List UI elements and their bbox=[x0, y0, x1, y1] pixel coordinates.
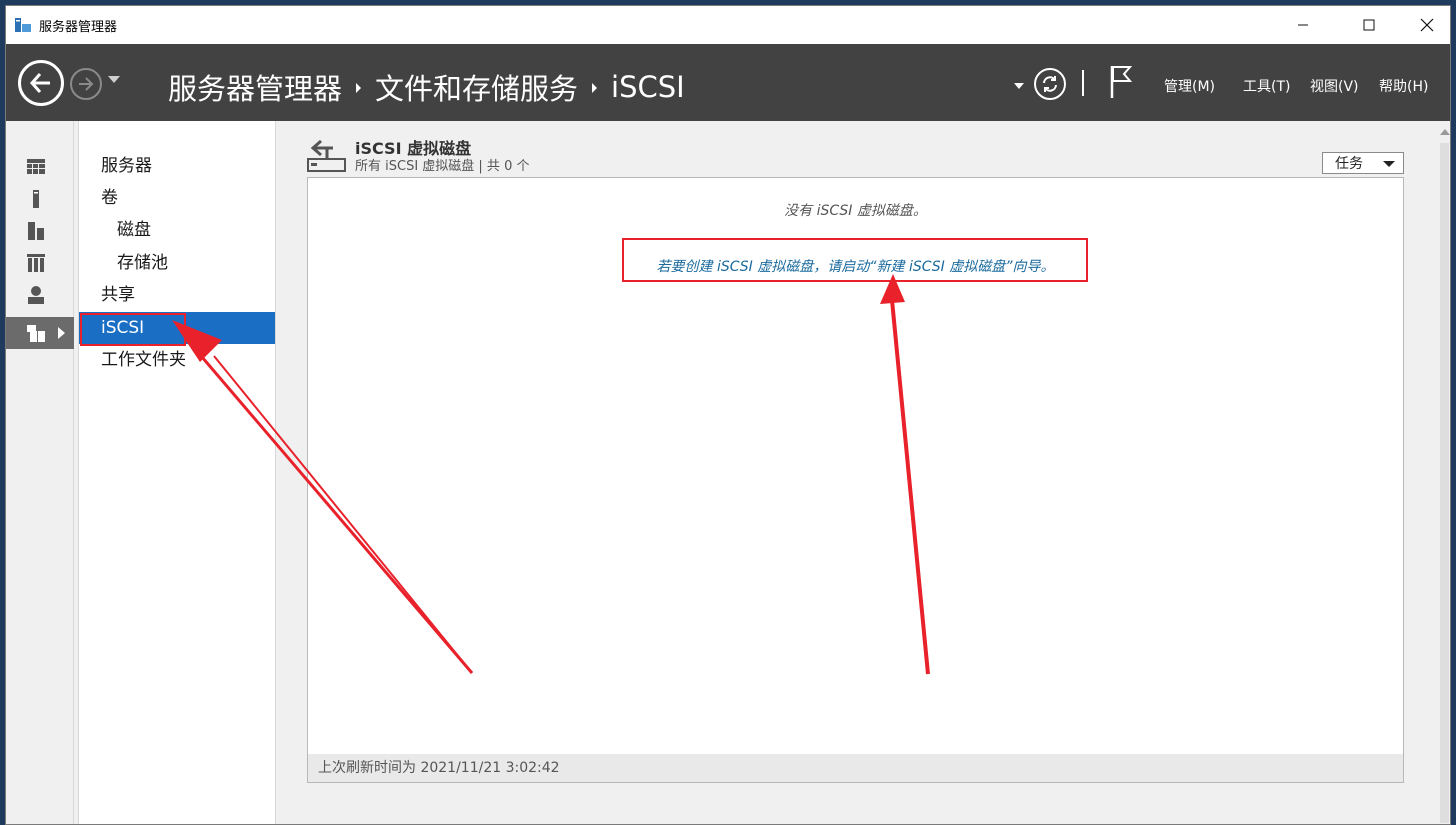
close-button[interactable] bbox=[1398, 6, 1450, 44]
iscsi-disk-icon bbox=[307, 139, 346, 172]
app-header: 服务器管理器 文件和存储服务 iSCSI 管理(M) 工具(T) 视图(V) 帮… bbox=[6, 44, 1450, 121]
chevron-down-icon bbox=[1383, 161, 1395, 167]
local-server-icon bbox=[33, 190, 39, 208]
rail-item-file-storage[interactable] bbox=[6, 317, 74, 349]
breadcrumb-item-iscsi[interactable]: iSCSI bbox=[611, 70, 685, 104]
last-refresh-status: 上次刷新时间为 2021/11/21 3:02:42 bbox=[308, 754, 1403, 782]
nav-panel: 服务器 卷 磁盘 存储池 共享 iSCSI 工作文件夹 bbox=[78, 121, 276, 824]
maximize-button[interactable] bbox=[1340, 6, 1398, 44]
header-divider bbox=[1082, 70, 1084, 96]
window-title: 服务器管理器 bbox=[39, 20, 118, 35]
nav-item-servers[interactable]: 服务器 bbox=[79, 150, 275, 182]
header-dropdown-icon[interactable] bbox=[1014, 83, 1024, 89]
refresh-icon bbox=[1043, 76, 1057, 92]
menu-view[interactable]: 视图(V) bbox=[1310, 76, 1359, 96]
role-icon bbox=[28, 286, 44, 304]
maximize-icon bbox=[1363, 19, 1375, 31]
minimize-button[interactable] bbox=[1274, 6, 1332, 44]
close-icon bbox=[1420, 18, 1434, 32]
rail-item-all-servers[interactable] bbox=[6, 215, 74, 247]
file-storage-services-icon bbox=[27, 254, 45, 272]
iscsi-disk-list: 没有 iSCSI 虚拟磁盘。 若要创建 iSCSI 虚拟磁盘，请启动“新建 iS… bbox=[307, 177, 1404, 783]
tasks-label: 任务 bbox=[1335, 156, 1363, 172]
nav-item-shares[interactable]: 共享 bbox=[79, 279, 275, 311]
history-dropdown-icon[interactable] bbox=[108, 76, 120, 83]
breadcrumb-item-file-storage[interactable]: 文件和存储服务 bbox=[375, 66, 578, 108]
dashboard-icon bbox=[27, 159, 45, 174]
nav-item-volumes[interactable]: 卷 bbox=[79, 182, 275, 214]
nav-item-iscsi[interactable]: iSCSI bbox=[79, 312, 275, 344]
breadcrumb-item-server-manager[interactable]: 服务器管理器 bbox=[168, 66, 342, 108]
nav-item-storage-pools[interactable]: 存储池 bbox=[79, 247, 275, 279]
title-bar: 服务器管理器 bbox=[6, 6, 1450, 44]
icon-rail bbox=[6, 121, 74, 824]
content-area: iSCSI 虚拟磁盘 所有 iSCSI 虚拟磁盘 | 共 0 个 任务 没有 i… bbox=[277, 121, 1437, 824]
arrow-left-icon bbox=[29, 73, 50, 93]
nav-item-disks[interactable]: 磁盘 bbox=[79, 214, 275, 246]
server-manager-app-icon bbox=[15, 18, 31, 32]
minimize-icon bbox=[1298, 24, 1308, 26]
breadcrumb-separator-icon bbox=[592, 83, 598, 93]
rail-item-dashboard[interactable] bbox=[6, 151, 74, 183]
menu-tools[interactable]: 工具(T) bbox=[1243, 76, 1290, 96]
arrow-right-icon bbox=[79, 77, 94, 91]
menu-help[interactable]: 帮助(H) bbox=[1379, 76, 1428, 96]
expand-arrow-icon bbox=[58, 327, 65, 339]
rail-item-file-services[interactable] bbox=[6, 247, 74, 279]
all-servers-icon bbox=[28, 222, 44, 240]
refresh-button[interactable] bbox=[1034, 68, 1066, 100]
forward-button[interactable] bbox=[70, 68, 102, 100]
rail-item-role[interactable] bbox=[6, 279, 74, 311]
breadcrumb: 服务器管理器 文件和存储服务 iSCSI bbox=[168, 66, 685, 108]
file-storage-icon bbox=[27, 325, 45, 342]
server-manager-window: 服务器管理器 服务器管理器 文件和存储服务 iSCSI 管理(M) 工具(T) … bbox=[5, 5, 1451, 825]
rail-item-local-server[interactable] bbox=[6, 183, 74, 215]
breadcrumb-separator-icon bbox=[356, 83, 362, 93]
tile-subtitle: 所有 iSCSI 虚拟磁盘 | 共 0 个 bbox=[355, 159, 530, 174]
empty-message: 没有 iSCSI 虚拟磁盘。 bbox=[784, 203, 927, 219]
tasks-dropdown-button[interactable]: 任务 bbox=[1322, 152, 1404, 174]
new-iscsi-wizard-link[interactable]: 若要创建 iSCSI 虚拟磁盘，请启动“新建 iSCSI 虚拟磁盘”向导。 bbox=[308, 256, 1403, 276]
back-button[interactable] bbox=[18, 60, 64, 106]
notification-flag-icon[interactable] bbox=[1108, 64, 1134, 100]
scrollbar-thumb[interactable] bbox=[1440, 143, 1449, 823]
menu-manage[interactable]: 管理(M) bbox=[1164, 76, 1215, 96]
scroll-up-icon[interactable] bbox=[1440, 129, 1450, 135]
vertical-scrollbar[interactable] bbox=[1437, 121, 1450, 824]
nav-item-work-folders[interactable]: 工作文件夹 bbox=[79, 344, 275, 376]
